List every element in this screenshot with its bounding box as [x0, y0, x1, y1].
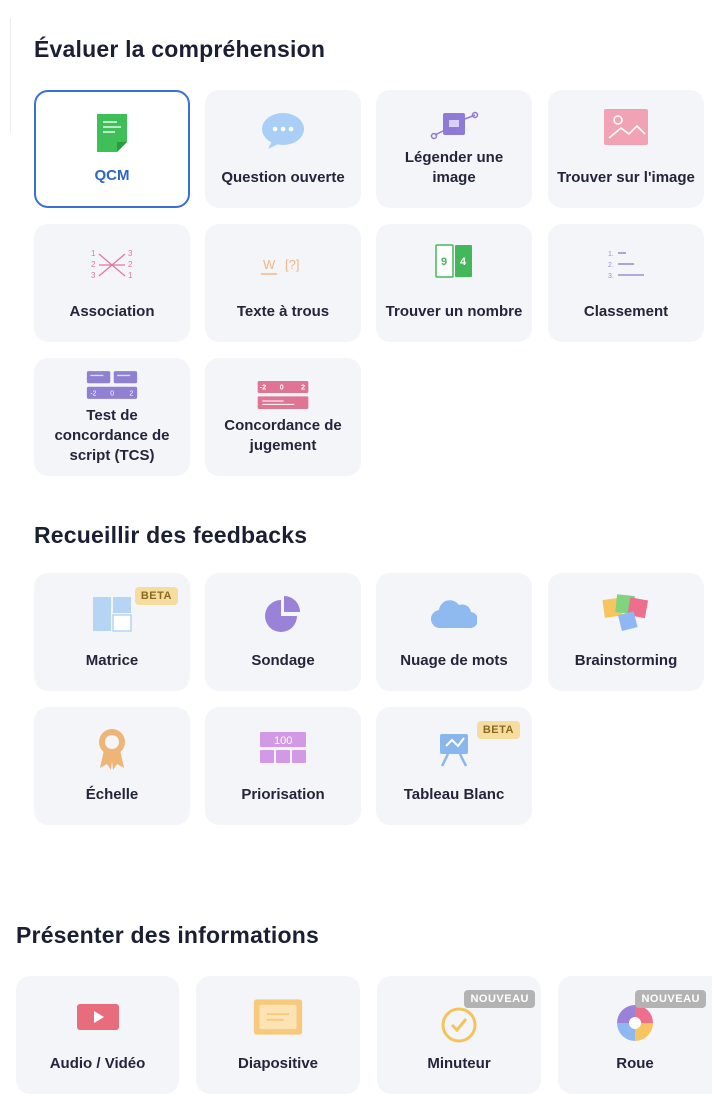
svg-text:4: 4: [460, 256, 467, 268]
svg-text:3.: 3.: [608, 273, 614, 280]
card-matrice[interactable]: BETA Matrice: [34, 573, 190, 691]
card-classement[interactable]: 1. 2. 3. Classement: [548, 224, 704, 342]
card-legender-image[interactable]: Légender une image: [376, 90, 532, 208]
matrix-icon: [86, 591, 138, 637]
cloud-icon: [428, 591, 480, 637]
svg-text:W: W: [263, 257, 276, 272]
caption-image-icon: [428, 104, 480, 150]
landscape-image-icon: [600, 104, 652, 150]
nouveau-badge: NOUVEAU: [464, 990, 535, 1008]
card-label: Tableau Blanc: [403, 786, 505, 803]
card-sondage[interactable]: Sondage: [205, 573, 361, 691]
nouveau-badge: NOUVEAU: [635, 990, 706, 1008]
speech-bubble-icon: [257, 108, 309, 154]
card-diapositive[interactable]: Diapositive: [196, 976, 360, 1094]
beta-badge: BETA: [134, 587, 178, 605]
card-qcm[interactable]: QCM: [34, 90, 190, 208]
card-echelle[interactable]: Échelle: [34, 707, 190, 825]
tcs-icon: -2 0 2: [86, 366, 138, 404]
card-label: Minuteur: [427, 1055, 491, 1072]
judgment-concordance-icon: -2 0 2: [257, 372, 309, 418]
card-label: Légender une image: [404, 149, 504, 186]
card-label: Roue: [616, 1055, 654, 1072]
fill-blanks-icon: W [?]: [257, 242, 309, 288]
card-label: Association: [69, 303, 155, 320]
play-video-icon: [72, 994, 124, 1040]
section-title-present: Présenter des informations: [16, 922, 320, 948]
svg-text:3: 3: [128, 249, 133, 258]
svg-text:-2: -2: [90, 390, 96, 397]
card-roue[interactable]: NOUVEAU Roue: [558, 976, 712, 1094]
svg-text:3: 3: [91, 271, 96, 280]
ranking-list-icon: 1. 2. 3.: [600, 242, 652, 288]
card-label: Diapositive: [237, 1055, 319, 1072]
section-title-feedback: Recueillir des feedbacks: [34, 522, 308, 548]
card-priorisation[interactable]: 100 Priorisation: [205, 707, 361, 825]
svg-text:1: 1: [128, 271, 133, 280]
beta-badge: BETA: [476, 721, 520, 739]
card-nuage-de-mots[interactable]: Nuage de mots: [376, 573, 532, 691]
card-label: Brainstorming: [574, 652, 678, 669]
card-label: Matrice: [85, 652, 139, 669]
svg-text:[?]: [?]: [285, 257, 299, 272]
card-brainstorming[interactable]: Brainstorming: [548, 573, 704, 691]
svg-text:0: 0: [280, 383, 284, 392]
svg-text:1.: 1.: [608, 251, 614, 258]
card-label: Test de concordance de script (TCS): [54, 407, 170, 464]
card-label: Nuage de mots: [400, 652, 508, 669]
card-label: Sondage: [251, 652, 315, 669]
card-label: Texte à trous: [236, 303, 330, 320]
sticky-notes-icon: [600, 591, 652, 637]
card-audio-video[interactable]: Audio / Vidéo: [16, 976, 179, 1094]
pie-chart-icon: [257, 591, 309, 637]
card-minuteur[interactable]: NOUVEAU Minuteur: [377, 976, 541, 1094]
section-title-evaluate: Évaluer la compréhension: [34, 36, 326, 62]
card-label: Classement: [583, 303, 669, 320]
award-ribbon-icon: [86, 725, 138, 771]
card-label: Audio / Vidéo: [49, 1055, 146, 1072]
priority-100-icon: 100: [257, 725, 309, 771]
card-label: Échelle: [85, 786, 139, 803]
card-tcs[interactable]: -2 0 2 Test de concordance de script (TC…: [34, 358, 190, 476]
card-concordance-jugement[interactable]: -2 0 2 Concordance de jugement: [205, 358, 361, 476]
svg-text:9: 9: [441, 256, 447, 268]
card-label: Question ouverte: [221, 169, 345, 186]
card-association[interactable]: 1 2 3 3 2 1 Association: [34, 224, 190, 342]
svg-text:2.: 2.: [608, 262, 614, 269]
card-trouver-nombre[interactable]: 9 4 Trouver un nombre: [376, 224, 532, 342]
card-question-ouverte[interactable]: Question ouverte: [205, 90, 361, 208]
svg-text:100: 100: [274, 735, 292, 747]
svg-text:-2: -2: [260, 383, 267, 392]
card-texte-a-trous[interactable]: W [?] Texte à trous: [205, 224, 361, 342]
card-label: Trouver sur l'image: [557, 169, 695, 186]
svg-text:0: 0: [110, 390, 114, 397]
edge-divider: [10, 18, 11, 133]
svg-text:2: 2: [91, 260, 96, 269]
card-trouver-image[interactable]: Trouver sur l'image: [548, 90, 704, 208]
card-label: Concordance de jugement: [224, 417, 342, 454]
slide-icon: [252, 994, 304, 1040]
association-icon: 1 2 3 3 2 1: [86, 242, 138, 288]
svg-text:2: 2: [128, 260, 133, 269]
svg-text:2: 2: [301, 383, 305, 392]
card-label: Priorisation: [241, 786, 325, 803]
svg-text:1: 1: [91, 249, 96, 258]
whiteboard-icon: [428, 725, 480, 771]
qcm-icon: [86, 110, 138, 156]
card-label: QCM: [94, 167, 130, 184]
svg-text:2: 2: [129, 390, 133, 397]
card-label: Trouver un nombre: [385, 303, 523, 320]
card-tableau-blanc[interactable]: BETA Tableau Blanc: [376, 707, 532, 825]
number-icon: 9 4: [428, 238, 480, 284]
